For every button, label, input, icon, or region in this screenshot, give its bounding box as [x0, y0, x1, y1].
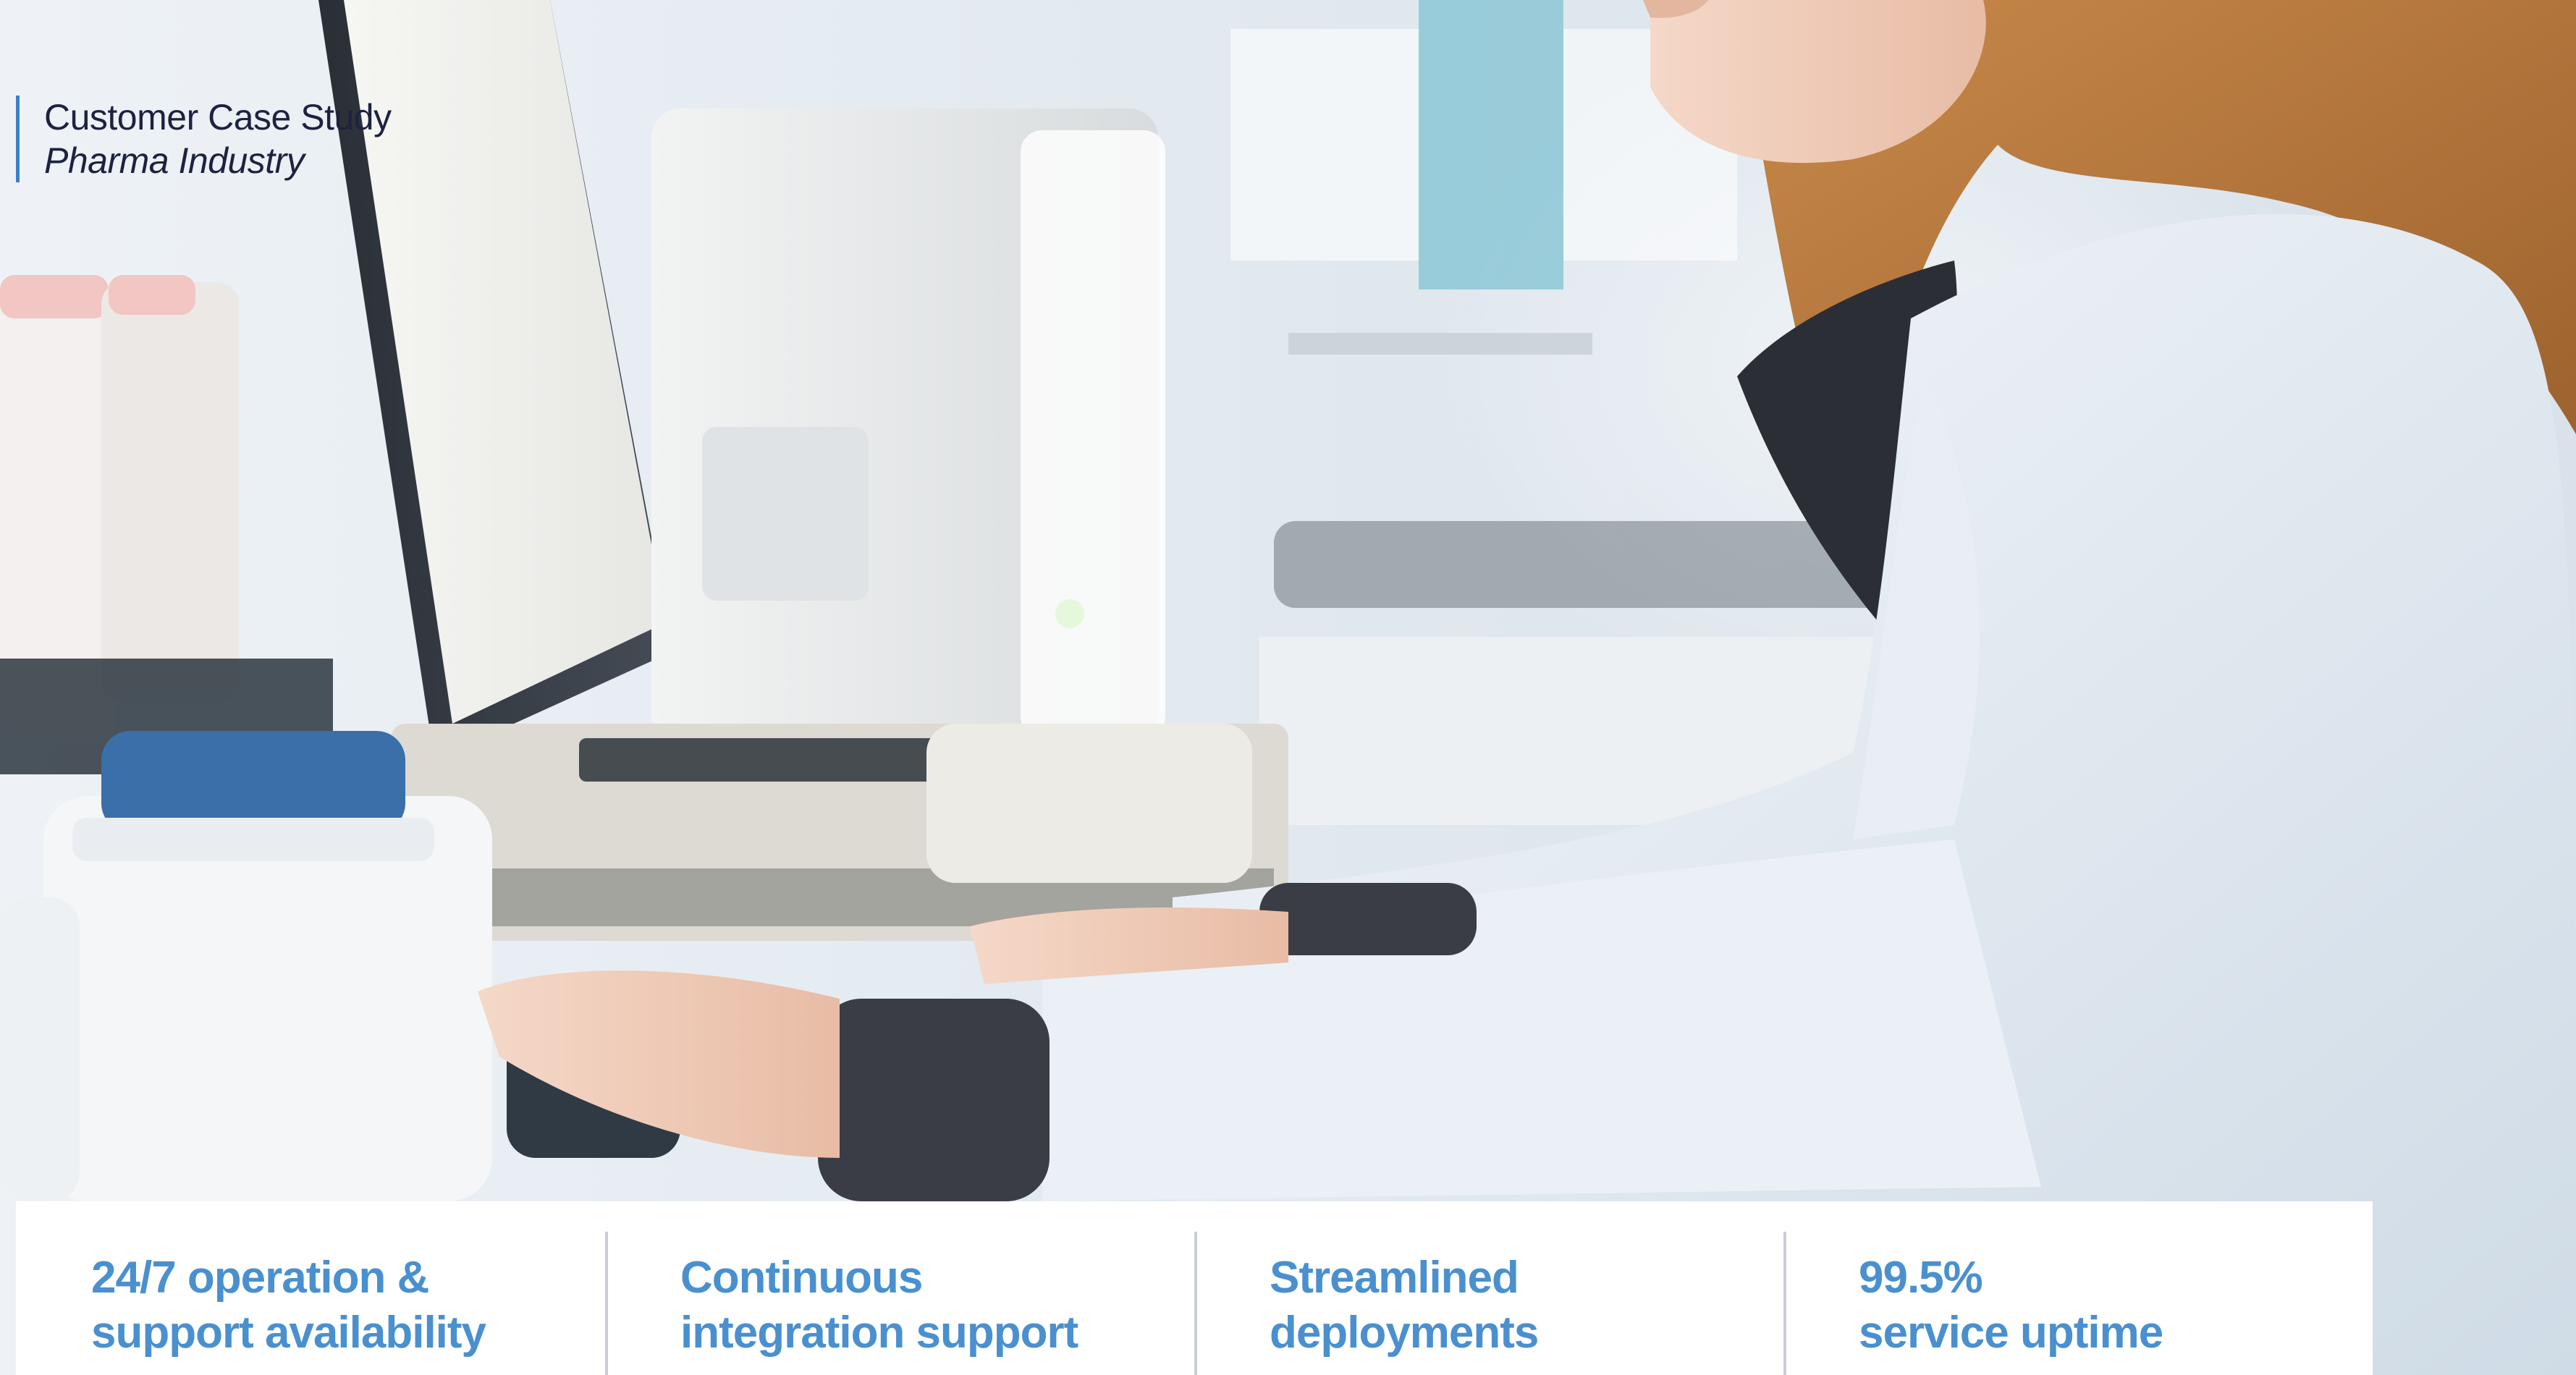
stat-deployments: Streamlined deployments — [1194, 1201, 1783, 1375]
stat-line: integration support — [680, 1308, 1078, 1358]
stat-line: 99.5% — [1859, 1253, 1983, 1303]
stat-line: service uptime — [1859, 1308, 2163, 1358]
industry-subtitle: Pharma Industry — [44, 140, 305, 181]
case-study-title: Customer Case Study — [44, 97, 392, 138]
case-study-banner: Customer Case Study Pharma Industry 24/7… — [0, 0, 2576, 1375]
stat-line: Streamlined — [1270, 1253, 1519, 1303]
stat-line: support availability — [91, 1308, 486, 1358]
stat-line: deployments — [1270, 1308, 1539, 1358]
stat-uptime: 99.5% service uptime — [1783, 1201, 2373, 1375]
stat-integration: Continuous integration support — [605, 1201, 1194, 1375]
stat-availability: 24/7 operation & support availability — [16, 1201, 605, 1375]
case-study-label: Customer Case Study Pharma Industry — [16, 96, 392, 182]
stat-line: 24/7 operation & — [91, 1253, 429, 1303]
stats-bar: 24/7 operation & support availability Co… — [16, 1201, 2373, 1375]
hero-photo — [0, 0, 2576, 1375]
stat-line: Continuous — [680, 1253, 923, 1303]
